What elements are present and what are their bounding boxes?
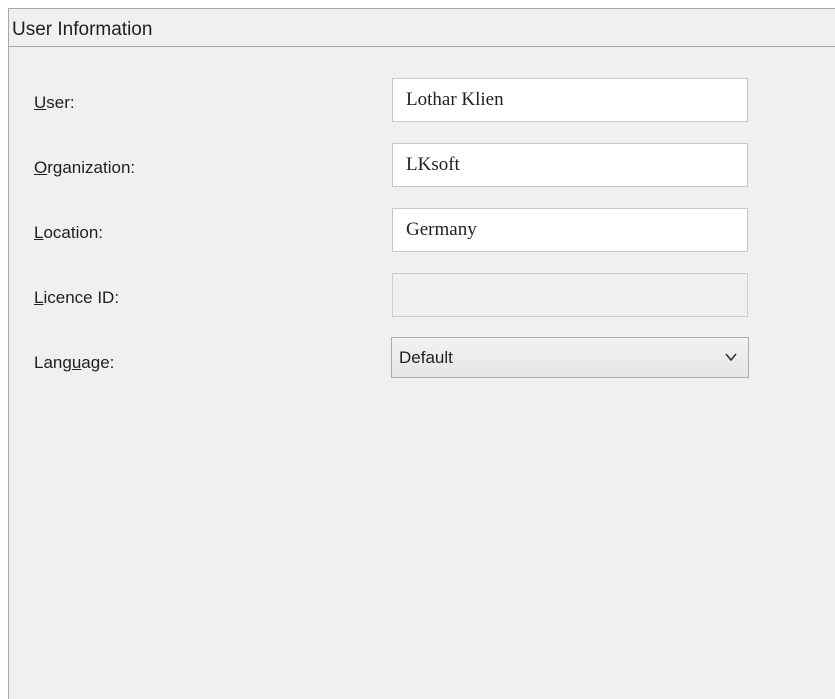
location-input[interactable]: [392, 208, 748, 252]
licence-id-label: Licence ID:: [34, 288, 119, 308]
language-select[interactable]: Default: [391, 337, 749, 378]
organization-input[interactable]: [392, 143, 748, 187]
location-label: Location:: [34, 223, 103, 243]
chevron-down-icon[interactable]: [724, 350, 738, 364]
panel-header: User Information: [9, 9, 835, 47]
user-information-panel: User Information User: Organization: Loc…: [8, 8, 835, 699]
user-label-accel: U: [34, 93, 47, 112]
organization-label-rest: rganization:: [47, 158, 136, 177]
language-label-pre: Lang: [34, 353, 72, 372]
licence-id-label-rest: icence ID:: [43, 288, 120, 307]
location-label-rest: ocation:: [43, 223, 104, 242]
organization-label: Organization:: [34, 158, 135, 178]
organization-label-accel: O: [34, 158, 48, 177]
language-label: Language:: [34, 353, 114, 373]
language-label-accel: u: [71, 353, 82, 372]
user-label-rest: ser:: [46, 93, 75, 112]
user-label: User:: [34, 93, 75, 113]
licence-id-input[interactable]: [392, 273, 748, 317]
user-input[interactable]: [392, 78, 748, 122]
language-label-post: age:: [81, 353, 115, 372]
language-select-value: Default: [399, 348, 453, 367]
panel-title: User Information: [12, 19, 153, 40]
